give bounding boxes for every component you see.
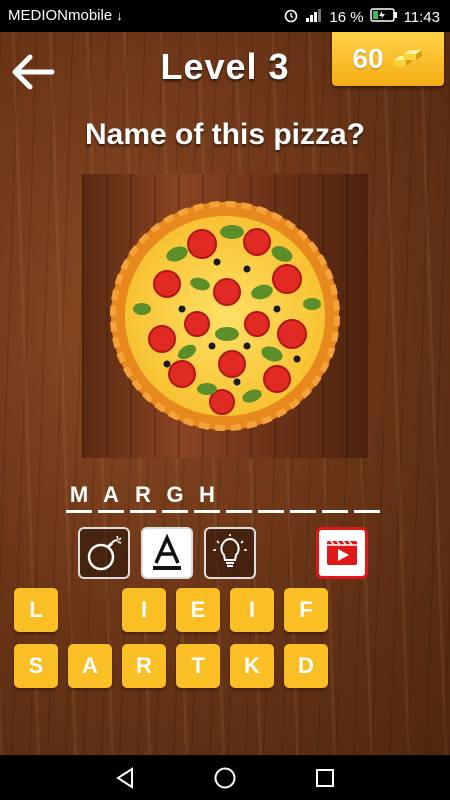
answer-slots: M A R G H [66,480,380,513]
letter-tile[interactable]: L [14,588,58,632]
bomb-icon [87,535,122,571]
carrier-label: MEDIONmobile [8,7,113,24]
letter-tile[interactable]: S [14,644,58,688]
coin-counter[interactable]: 60 [332,32,444,86]
recents-nav-icon[interactable] [312,765,338,791]
battery-icon [369,8,398,26]
letter-tile[interactable]: D [284,644,328,688]
letter-tile[interactable]: A [68,644,112,688]
battery-percent: 16 % [329,8,364,26]
watch-video-button[interactable] [316,527,368,579]
back-nav-icon[interactable] [112,765,138,791]
answer-slot[interactable] [258,480,284,513]
idea-button[interactable] [204,527,256,579]
answer-slot[interactable]: R [130,480,156,513]
answer-slot[interactable] [354,480,380,513]
letter-tile[interactable]: K [230,644,274,688]
answer-slot[interactable] [226,480,252,513]
answer-slot[interactable] [290,480,316,513]
answer-slot[interactable]: M [66,480,92,513]
hint-toolbar [78,527,374,583]
pizza-image [82,174,368,458]
letter-tile[interactable]: F [284,588,328,632]
lightbulb-icon [213,534,247,567]
letter-tile[interactable]: I [230,588,274,632]
game-screen: Level 3 60 Name of this pizza? M A R G H… [0,32,450,755]
usb-icon: ↓ [116,8,123,23]
status-bar: MEDIONmobile ↓ 16 % 11:43 [0,0,450,32]
reveal-letter-button[interactable] [141,527,193,579]
answer-slot[interactable] [322,480,348,513]
letter-tile[interactable]: T [176,644,220,688]
coin-count: 60 [352,43,384,74]
letter-hint-icon [153,533,181,570]
question-text: Name of this pizza? [84,118,366,151]
bomb-button[interactable] [78,527,130,579]
gold-bars-icon [390,44,424,74]
alarm-icon [283,7,299,27]
letter-tile[interactable]: E [176,588,220,632]
video-icon [327,540,357,565]
answer-slot[interactable]: A [98,480,124,513]
home-nav-icon[interactable] [212,765,238,791]
letter-tile[interactable]: I [122,588,166,632]
clock-time: 11:43 [403,8,440,26]
answer-slot[interactable]: G [162,480,188,513]
letter-tile[interactable]: R [122,644,166,688]
answer-slot[interactable]: H [194,480,220,513]
navigation-bar [0,755,450,800]
signal-icon [305,8,323,26]
